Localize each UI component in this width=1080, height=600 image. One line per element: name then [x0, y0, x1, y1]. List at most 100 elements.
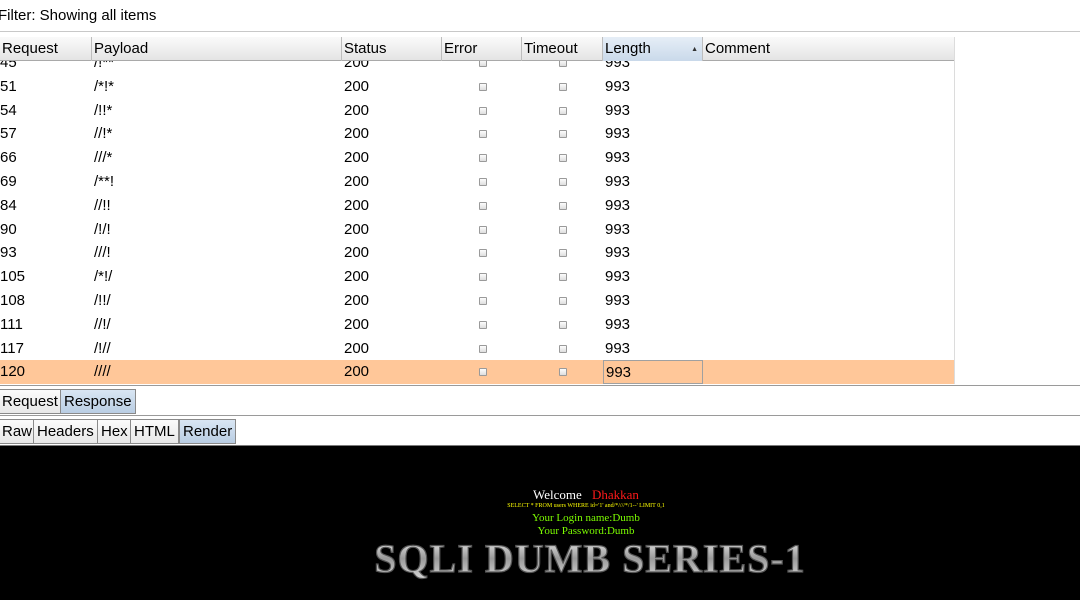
cell-payload: /!!*	[94, 101, 113, 119]
column-header-length-label: Length	[605, 40, 651, 57]
error-checkbox[interactable]	[479, 297, 487, 305]
timeout-checkbox[interactable]	[559, 130, 567, 139]
cell-status: 200	[344, 173, 370, 190]
tab-hex[interactable]: Hex	[97, 419, 132, 444]
table-row[interactable]: 111 //!/ 200 993	[0, 313, 954, 337]
timeout-checkbox[interactable]	[559, 344, 567, 353]
table-row[interactable]: 120 //// 200 993	[0, 360, 954, 384]
cell-comment	[703, 75, 954, 99]
column-header-payload[interactable]: Payload	[92, 37, 342, 61]
timeout-checkbox[interactable]	[559, 297, 567, 305]
cell-comment	[703, 289, 954, 313]
error-checkbox[interactable]	[479, 320, 487, 329]
error-checkbox[interactable]	[479, 249, 487, 258]
table-row[interactable]: 108 /!!/ 200 993	[0, 289, 954, 313]
table-row[interactable]: 90 /!/! 200 993	[0, 218, 954, 242]
table-row[interactable]: 66 ///* 200 993	[0, 146, 954, 170]
table-side-panel	[954, 37, 1080, 384]
cell-comment	[703, 360, 954, 384]
column-header-status[interactable]: Status	[342, 37, 442, 61]
tab-render[interactable]: Render	[179, 419, 237, 444]
timeout-checkbox[interactable]	[559, 178, 567, 186]
cell-comment	[703, 265, 954, 289]
cell-length: 993	[603, 360, 703, 384]
cell-length: 993	[605, 315, 631, 333]
cell-request: 66	[0, 149, 17, 167]
sort-ascending-icon: ▲	[691, 46, 698, 53]
table-row[interactable]: 54 /!!* 200 993	[0, 99, 954, 123]
timeout-checkbox[interactable]	[559, 154, 567, 163]
cell-length: 993	[605, 149, 631, 167]
sqli-banner-text: SQLI DUMB SERIES-1	[374, 536, 805, 580]
tab-request[interactable]: Request	[0, 389, 62, 414]
cell-status: 200	[344, 339, 370, 357]
cell-comment	[703, 218, 954, 242]
timeout-checkbox[interactable]	[559, 273, 567, 282]
table-row[interactable]: 93 ///! 200 993	[0, 241, 954, 265]
sqli-banner-image: SQLI DUMB SERIES-1	[374, 536, 806, 580]
timeout-checkbox[interactable]	[559, 368, 567, 377]
error-checkbox[interactable]	[479, 82, 487, 91]
cell-comment	[703, 122, 954, 146]
tab-headers[interactable]: Headers	[33, 419, 98, 444]
render-panel: Welcome Dhakkan SELECT * FROM users WHER…	[0, 446, 1080, 600]
error-checkbox[interactable]	[479, 154, 487, 163]
tab-response[interactable]: Response	[60, 389, 136, 414]
error-checkbox[interactable]	[479, 344, 487, 353]
cell-comment	[703, 241, 954, 265]
timeout-checkbox[interactable]	[559, 106, 567, 115]
cell-status: 200	[344, 125, 370, 143]
column-header-request[interactable]: Request	[0, 37, 92, 61]
column-header-timeout[interactable]: Timeout	[522, 37, 603, 61]
table-row[interactable]: 117 /!// 200 993	[0, 337, 954, 361]
cell-status: 200	[344, 268, 370, 286]
cell-request: 51	[0, 77, 17, 95]
tab-html[interactable]: HTML	[130, 419, 179, 444]
filter-text[interactable]: Filter: Showing all items	[0, 7, 156, 24]
timeout-checkbox[interactable]	[559, 249, 567, 258]
cell-payload: ///!	[94, 244, 111, 262]
error-checkbox[interactable]	[479, 273, 487, 282]
error-checkbox[interactable]	[479, 201, 487, 210]
cell-payload: /*!/	[94, 268, 113, 286]
table-header: Request Payload Status Error Timeout Len…	[0, 37, 954, 61]
cell-request: 90	[0, 220, 17, 238]
table-row[interactable]: 57 //!* 200 993	[0, 122, 954, 146]
error-checkbox[interactable]	[479, 106, 487, 115]
cell-status: 200	[344, 363, 370, 381]
cell-length: 993	[605, 173, 631, 190]
timeout-checkbox[interactable]	[559, 201, 567, 210]
cell-payload: //!!	[94, 196, 111, 214]
cell-request: 54	[0, 101, 17, 119]
cell-status: 200	[344, 220, 370, 238]
cell-length: 993	[605, 268, 631, 286]
timeout-checkbox[interactable]	[559, 225, 567, 234]
column-header-error[interactable]: Error	[442, 37, 522, 61]
error-checkbox[interactable]	[479, 368, 487, 377]
table-row[interactable]: 69 /**! 200 993	[0, 170, 954, 194]
cell-request: 108	[0, 292, 26, 309]
error-checkbox[interactable]	[479, 178, 487, 186]
cell-payload: /**!	[94, 173, 115, 190]
table-row[interactable]: 51 /*!* 200 993	[0, 75, 954, 99]
cell-payload: /!/!	[94, 220, 111, 238]
table-row[interactable]: 105 /*!/ 200 993	[0, 265, 954, 289]
timeout-checkbox[interactable]	[559, 82, 567, 91]
cell-request: 93	[0, 244, 17, 262]
column-header-length[interactable]: Length ▲	[603, 37, 703, 61]
cell-comment	[703, 194, 954, 218]
tab-raw[interactable]: Raw	[0, 419, 37, 444]
timeout-checkbox[interactable]	[559, 320, 567, 329]
cell-request: 84	[0, 196, 17, 214]
table-row[interactable]: 84 //!! 200 993	[0, 194, 954, 218]
error-checkbox[interactable]	[479, 130, 487, 139]
column-header-comment[interactable]: Comment	[703, 37, 954, 61]
cell-payload: //!*	[94, 125, 113, 143]
error-checkbox[interactable]	[479, 225, 487, 234]
cell-comment	[703, 146, 954, 170]
cell-status: 200	[344, 101, 370, 119]
results-table[interactable]: Request Payload Status Error Timeout Len…	[0, 37, 954, 384]
cell-request: 57	[0, 125, 17, 143]
cell-request: 117	[0, 339, 24, 357]
filter-bar[interactable]: Filter: Showing all items	[0, 0, 1080, 32]
